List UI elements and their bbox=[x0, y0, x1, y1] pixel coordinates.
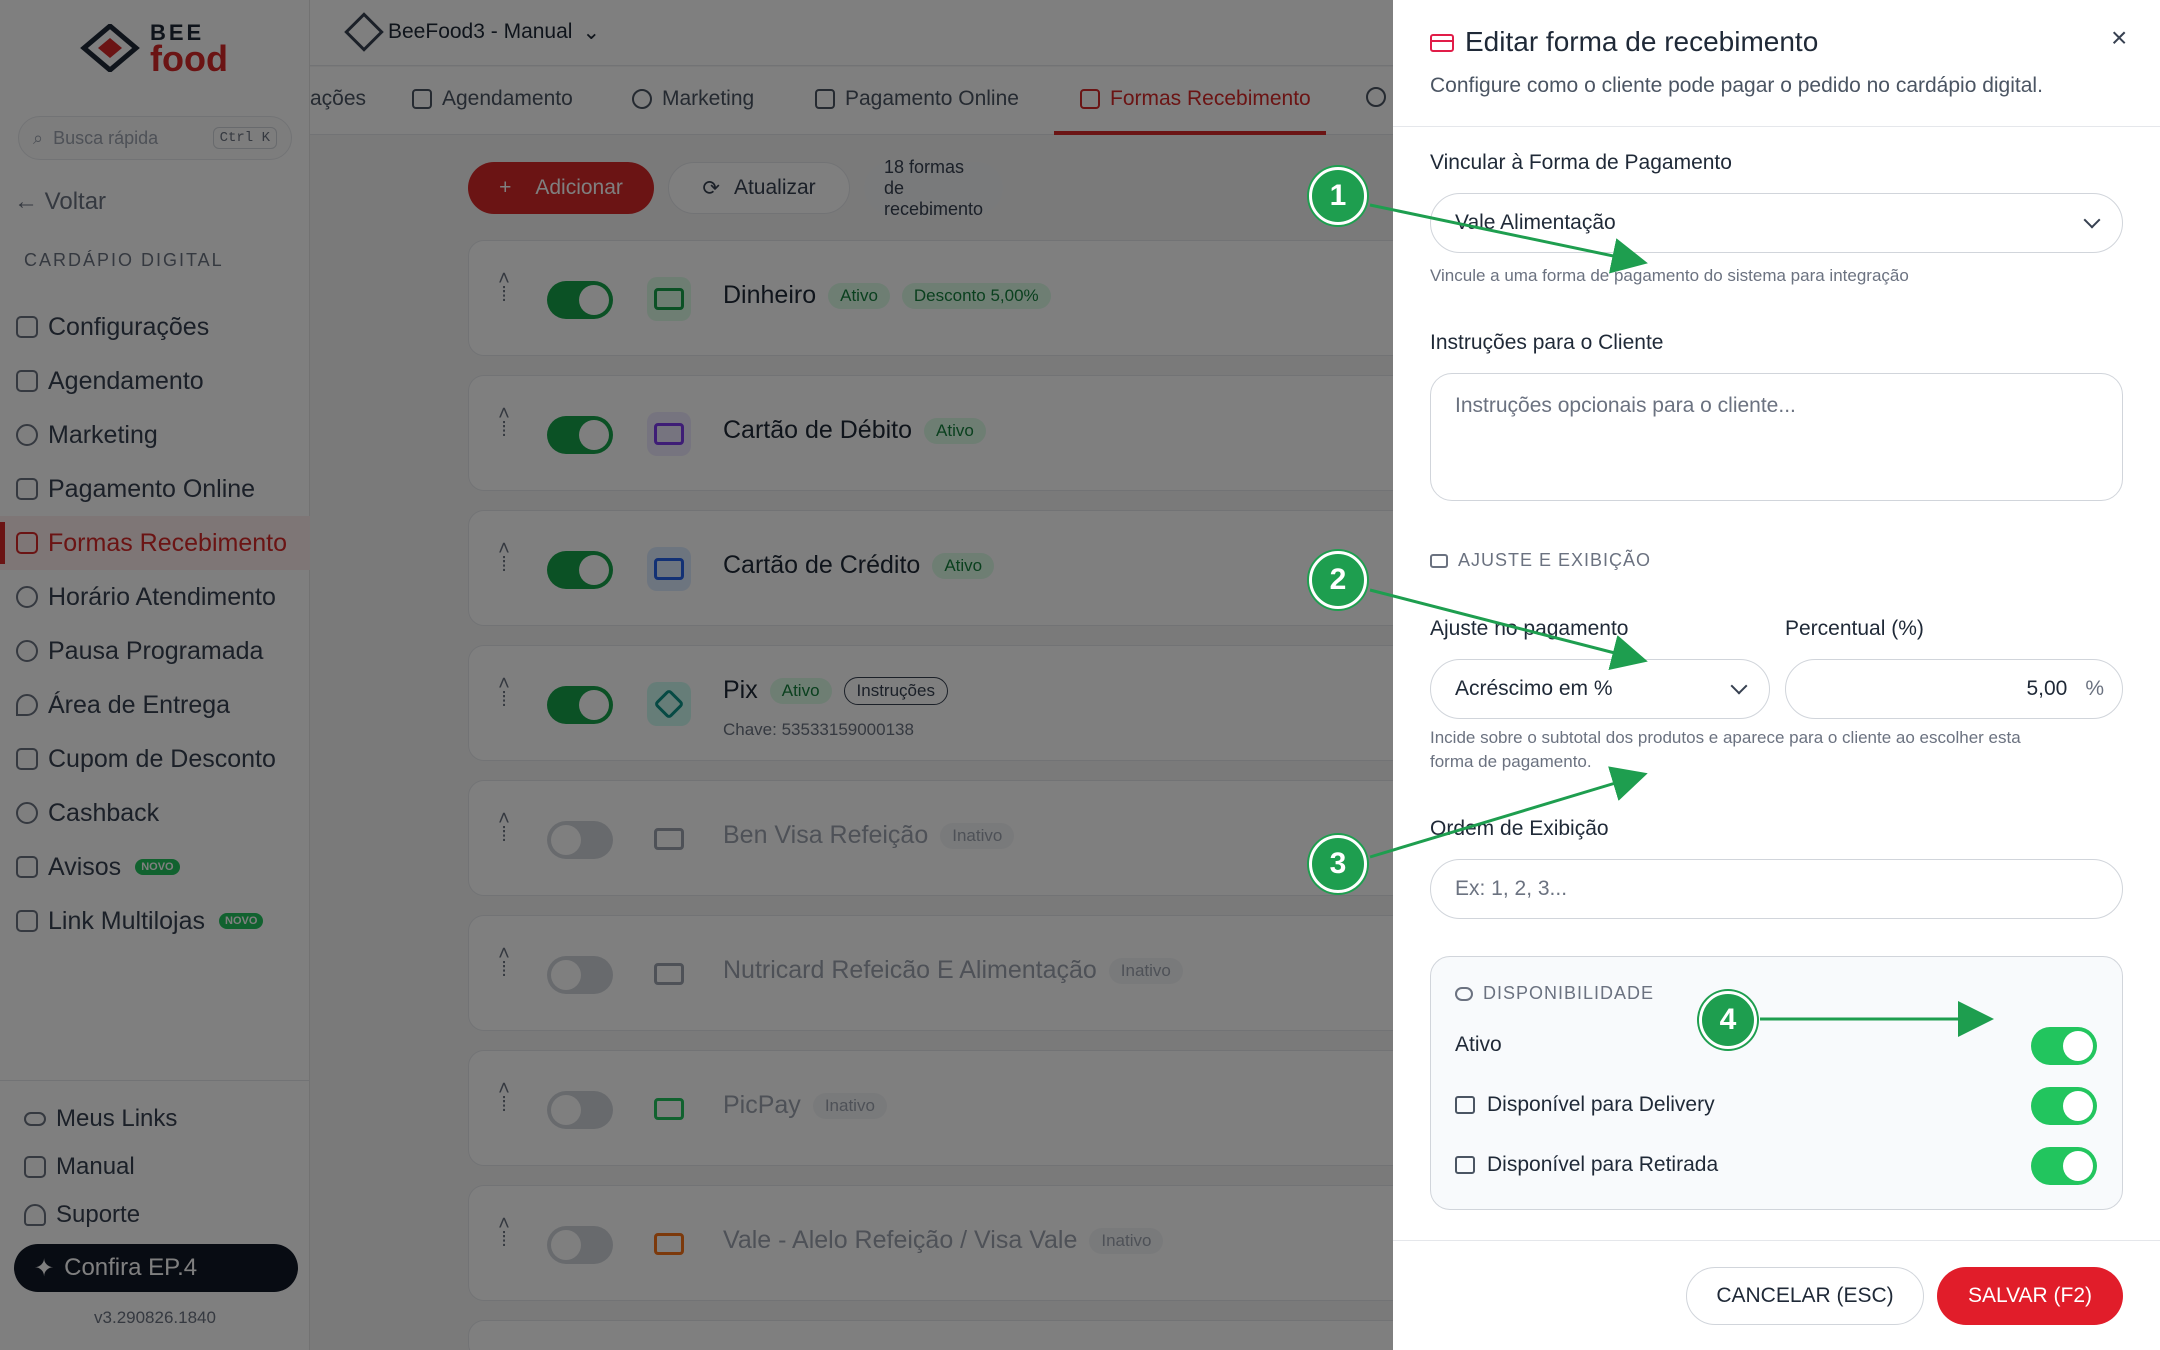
order-input[interactable]: Ex: 1, 2, 3... bbox=[1430, 859, 2123, 919]
chevron-down-icon bbox=[1730, 677, 1748, 695]
adjust-section-label: AJUSTE E EXIBIÇÃO bbox=[1458, 550, 1652, 570]
edit-drawer: Editar forma de recebimento Configure co… bbox=[1393, 0, 2160, 1350]
delivery-label: Disponível para Delivery bbox=[1487, 1093, 1715, 1116]
adjust-value: Acréscimo em % bbox=[1455, 677, 1613, 700]
adjust-section-title: AJUSTE E EXIBIÇÃO bbox=[1430, 550, 1651, 571]
close-icon[interactable]: × bbox=[2111, 22, 2127, 54]
active-row: Ativo bbox=[1455, 1033, 1502, 1057]
link-payment-select[interactable]: Vale Alimentação bbox=[1430, 193, 2123, 253]
availability-section-label: DISPONIBILIDADE bbox=[1483, 983, 1655, 1003]
adjust-hint: Incide sobre o subtotal dos produtos e a… bbox=[1430, 726, 2021, 774]
active-label: Ativo bbox=[1455, 1033, 1502, 1056]
shopping-bag-icon bbox=[1455, 1156, 1475, 1174]
annotation-marker-3: 3 bbox=[1309, 835, 1367, 893]
percent-input[interactable]: 5,00 % bbox=[1785, 659, 2123, 719]
truck-icon bbox=[1455, 1096, 1475, 1114]
availability-section-title: DISPONIBILIDADE bbox=[1455, 983, 1654, 1004]
percent-suffix: % bbox=[2085, 677, 2104, 700]
delivery-row: Disponível para Delivery bbox=[1455, 1093, 1715, 1117]
app-root: BEE food ⌕ Busca rápida Ctrl K ← Voltar … bbox=[0, 0, 2160, 1350]
sliders-icon bbox=[1430, 553, 1448, 568]
percent-value: 5,00 bbox=[2026, 677, 2068, 700]
toggle-icon bbox=[1455, 986, 1473, 1001]
cancel-button[interactable]: CANCELAR (ESC) bbox=[1686, 1267, 1924, 1325]
annotation-marker-1: 1 bbox=[1309, 167, 1367, 225]
credit-card-icon bbox=[1430, 34, 1454, 52]
adjust-hint-line2: forma de pagamento. bbox=[1430, 752, 1592, 771]
instructions-label: Instruções para o Cliente bbox=[1430, 331, 1664, 354]
link-payment-hint: Vincule a uma forma de pagamento do sist… bbox=[1430, 266, 1909, 285]
availability-panel: DISPONIBILIDADE Ativo Disponível para De… bbox=[1430, 956, 2123, 1210]
annotation-marker-2: 2 bbox=[1309, 551, 1367, 609]
order-label: Ordem de Exibição bbox=[1430, 817, 1609, 840]
order-placeholder: Ex: 1, 2, 3... bbox=[1455, 877, 1568, 900]
active-switch[interactable] bbox=[2031, 1027, 2097, 1065]
link-payment-value: Vale Alimentação bbox=[1455, 211, 1616, 234]
instructions-placeholder: Instruções opcionais para o cliente... bbox=[1455, 394, 1796, 417]
link-payment-label: Vincular à Forma de Pagamento bbox=[1430, 151, 1732, 174]
percent-label: Percentual (%) bbox=[1785, 617, 1924, 640]
save-button[interactable]: SALVAR (F2) bbox=[1937, 1267, 2123, 1325]
pickup-row: Disponível para Retirada bbox=[1455, 1153, 1718, 1177]
adjust-select[interactable]: Acréscimo em % bbox=[1430, 659, 1770, 719]
adjust-hint-line1: Incide sobre o subtotal dos produtos e a… bbox=[1430, 728, 2021, 747]
pickup-switch[interactable] bbox=[2031, 1147, 2097, 1185]
chevron-down-icon bbox=[2083, 211, 2101, 229]
drawer-title: Editar forma de recebimento bbox=[1465, 26, 1819, 57]
drawer-header: Editar forma de recebimento Configure co… bbox=[1393, 0, 2160, 127]
drawer-footer: CANCELAR (ESC) SALVAR (F2) bbox=[1393, 1240, 2160, 1350]
annotation-marker-4: 4 bbox=[1699, 991, 1757, 1049]
delivery-switch[interactable] bbox=[2031, 1087, 2097, 1125]
modal-backdrop[interactable] bbox=[0, 0, 1393, 1350]
instructions-textarea[interactable]: Instruções opcionais para o cliente... bbox=[1430, 373, 2123, 501]
pickup-label: Disponível para Retirada bbox=[1487, 1153, 1719, 1176]
adjust-label: Ajuste no pagamento bbox=[1430, 617, 1629, 640]
drawer-subtitle: Configure como o cliente pode pagar o pe… bbox=[1430, 74, 2043, 97]
